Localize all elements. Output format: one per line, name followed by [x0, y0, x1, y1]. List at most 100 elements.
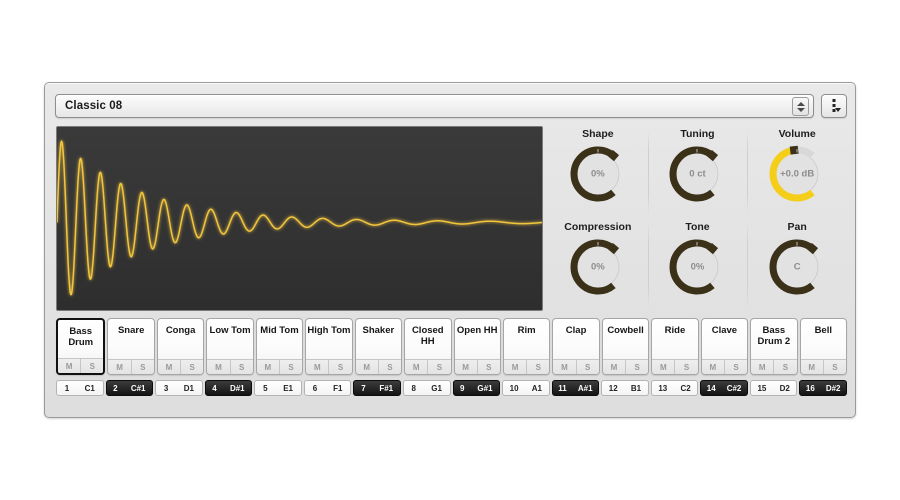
- pad-name-label: Clave: [711, 325, 738, 336]
- note-key-E1[interactable]: 5 E1: [254, 380, 302, 396]
- mute-button[interactable]: M: [702, 360, 724, 374]
- solo-button[interactable]: S: [575, 360, 599, 374]
- drum-pad-closed-hh[interactable]: Closed HH M S: [404, 318, 452, 375]
- pad-mute-solo-bar: MS: [454, 359, 500, 374]
- drum-pad-row: Bass Drum M S Snare M S Conga M S Low Tom M S Mid To…: [56, 318, 847, 375]
- note-key-index: 2: [113, 383, 118, 393]
- mute-button[interactable]: M: [455, 360, 477, 374]
- note-key-Asharp1[interactable]: 11 A#1: [551, 380, 600, 396]
- knob-tuning[interactable]: Tuning 0 ct: [647, 126, 748, 219]
- note-key-C2[interactable]: 13 C2: [650, 380, 699, 396]
- drum-pad-shaker[interactable]: Shaker M S: [354, 318, 403, 375]
- solo-button[interactable]: S: [229, 360, 253, 374]
- drum-pad-mid-tom[interactable]: Mid Tom M S: [255, 318, 304, 375]
- knob-dial[interactable]: 0 ct: [666, 143, 728, 205]
- mute-button[interactable]: M: [405, 360, 427, 374]
- solo-button[interactable]: S: [80, 359, 103, 373]
- knob-svg: [670, 239, 719, 294]
- drum-pad-ride[interactable]: Ride M S: [651, 318, 699, 375]
- mute-button[interactable]: M: [306, 360, 328, 374]
- solo-button[interactable]: S: [377, 360, 401, 374]
- solo-button[interactable]: S: [180, 360, 203, 374]
- note-key-A1[interactable]: 10 A1: [502, 380, 550, 396]
- note-key-name: C#2: [726, 383, 742, 393]
- solo-button[interactable]: S: [526, 360, 549, 374]
- note-key-Csharp2[interactable]: 14 C#2: [700, 380, 748, 396]
- knob-dial[interactable]: 0%: [666, 236, 728, 298]
- pad-mute-solo-bar: MS: [405, 359, 451, 374]
- solo-button[interactable]: S: [674, 360, 697, 374]
- mute-button[interactable]: M: [504, 360, 526, 374]
- note-key-Dsharp1[interactable]: 4 D#1: [204, 380, 253, 396]
- pad-name-label: Clap: [565, 325, 587, 336]
- knob-shape[interactable]: Shape 0%: [548, 126, 648, 219]
- note-key-name: C2: [680, 383, 691, 393]
- mute-button[interactable]: M: [158, 360, 180, 374]
- mute-button[interactable]: M: [58, 359, 80, 373]
- mute-button[interactable]: M: [801, 360, 823, 374]
- mute-button[interactable]: M: [207, 360, 229, 374]
- mute-button[interactable]: M: [553, 360, 575, 374]
- note-key-D2[interactable]: 15 D2: [749, 380, 798, 396]
- knob-tone[interactable]: Tone 0%: [647, 219, 748, 312]
- knob-volume[interactable]: Volume +0.0 dB: [747, 126, 847, 219]
- drum-pad-cowbell[interactable]: Cowbell M S: [601, 318, 650, 375]
- waveform-display[interactable]: [56, 126, 543, 311]
- drum-pad-bell[interactable]: Bell M S: [799, 318, 847, 375]
- mute-button[interactable]: M: [652, 360, 674, 374]
- knob-dial[interactable]: C: [766, 236, 828, 298]
- knob-compression[interactable]: Compression 0%: [548, 219, 648, 312]
- drum-pad-clap[interactable]: Clap M S: [552, 318, 600, 375]
- knob-svg: [670, 146, 719, 202]
- preset-name-label: Classic 08: [65, 100, 123, 112]
- mute-button[interactable]: M: [257, 360, 279, 374]
- preset-menu-button[interactable]: [821, 94, 847, 118]
- mute-button[interactable]: M: [108, 360, 130, 374]
- drum-pad-bass-drum[interactable]: Bass Drum M S: [56, 318, 106, 375]
- note-key-row: 1 C1 2 C#1 3 D1 4 D#1 5 E1 6 F1 7 F#1 8 G1 9 G#1 10 A1 11 A#1…: [56, 380, 847, 396]
- drum-pad-clave[interactable]: Clave M S: [700, 318, 749, 375]
- knob-label: Compression: [564, 220, 632, 233]
- drum-pad-open-hh[interactable]: Open HH M S: [453, 318, 501, 375]
- solo-button[interactable]: S: [625, 360, 648, 374]
- drum-pad-conga[interactable]: Conga M S: [156, 318, 205, 375]
- mute-button[interactable]: M: [751, 360, 773, 374]
- drum-pad-high-tom[interactable]: High Tom M S: [305, 318, 353, 375]
- knob-svg: [570, 146, 620, 202]
- solo-button[interactable]: S: [328, 360, 351, 374]
- note-key-Dsharp2[interactable]: 16 D#2: [799, 380, 847, 396]
- solo-button[interactable]: S: [130, 360, 154, 374]
- pad-name-label: Bass Drum: [68, 326, 94, 348]
- drum-pad-rim[interactable]: Rim M S: [502, 318, 551, 375]
- solo-button[interactable]: S: [822, 360, 846, 374]
- solo-button[interactable]: S: [476, 360, 500, 374]
- drum-pad-bass-drum-2[interactable]: Bass Drum 2 MS: [750, 318, 798, 375]
- knob-label: Tuning: [680, 128, 715, 140]
- note-key-G1[interactable]: 8 G1: [402, 380, 451, 396]
- note-key-index: 4: [212, 383, 217, 393]
- drum-pad-snare[interactable]: Snare M S: [107, 318, 155, 375]
- drum-pad-low-tom[interactable]: Low Tom M S: [206, 318, 254, 375]
- note-key-D1[interactable]: 3 D1: [155, 380, 203, 396]
- note-key-Csharp1[interactable]: 2 C#1: [105, 380, 154, 396]
- solo-button[interactable]: S: [427, 360, 450, 374]
- note-key-Gsharp1[interactable]: 9 G#1: [452, 380, 501, 396]
- solo-button[interactable]: S: [723, 360, 747, 374]
- mute-button[interactable]: M: [603, 360, 625, 374]
- mute-button[interactable]: M: [356, 360, 378, 374]
- preset-selector[interactable]: Classic 08: [55, 94, 814, 118]
- solo-button[interactable]: S: [773, 360, 796, 374]
- knob-pan[interactable]: Pan C: [747, 219, 847, 312]
- knob-dial[interactable]: 0%: [567, 236, 629, 298]
- note-key-F1[interactable]: 6 F1: [303, 380, 352, 396]
- note-key-index: 6: [312, 383, 318, 393]
- note-key-B1[interactable]: 12 B1: [601, 380, 649, 396]
- preset-stepper-icon[interactable]: [792, 97, 809, 116]
- note-key-index: 14: [706, 383, 716, 393]
- note-key-C1[interactable]: 1 C1: [56, 380, 104, 396]
- note-key-index: 7: [361, 383, 366, 393]
- solo-button[interactable]: S: [278, 360, 302, 374]
- knob-dial[interactable]: +0.0 dB: [766, 143, 828, 205]
- note-key-Fsharp1[interactable]: 7 F#1: [353, 380, 401, 396]
- knob-dial[interactable]: 0%: [567, 143, 629, 205]
